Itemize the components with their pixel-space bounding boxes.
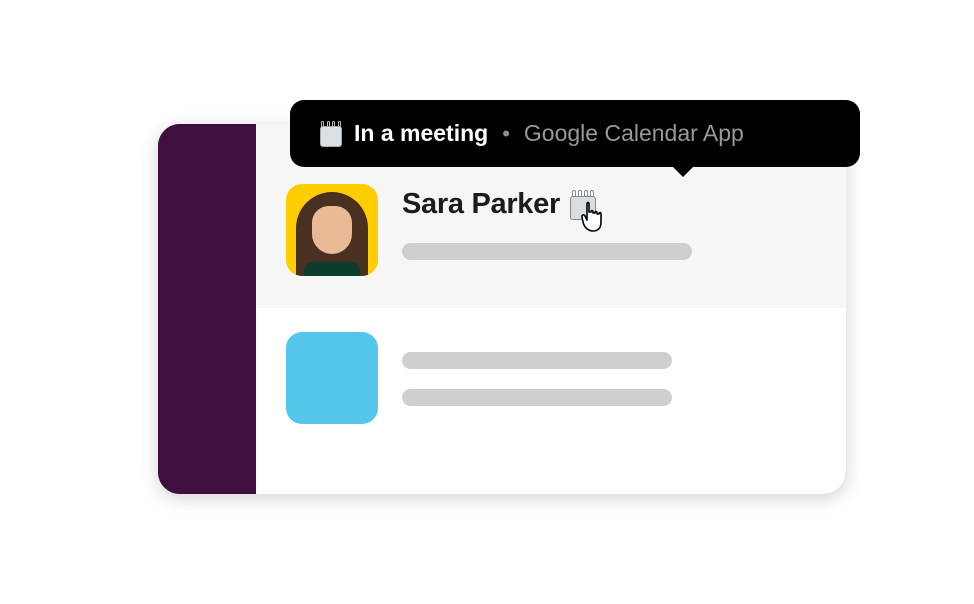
- message-text-placeholder: [402, 243, 692, 260]
- message-row[interactable]: [256, 308, 846, 450]
- tooltip-source-text: Google Calendar App: [524, 120, 744, 147]
- avatar[interactable]: [286, 184, 378, 276]
- avatar-photo-placeholder: [286, 184, 378, 276]
- calendar-notepad-icon: [320, 121, 342, 147]
- message-content: Sara Parker: [402, 184, 812, 280]
- avatar[interactable]: [286, 332, 378, 424]
- app-window: Sara Parker: [158, 124, 846, 494]
- message-text-placeholder: [402, 389, 672, 406]
- calendar-notepad-icon[interactable]: [570, 190, 596, 220]
- sidebar: [158, 124, 256, 494]
- message-text-placeholder: [402, 352, 672, 369]
- message-content: [402, 332, 812, 426]
- message-list: Sara Parker: [256, 124, 846, 494]
- author-name[interactable]: Sara Parker: [402, 188, 560, 221]
- tooltip-separator: •: [502, 121, 510, 147]
- status-tooltip: In a meeting • Google Calendar App: [290, 100, 860, 167]
- tooltip-status-text: In a meeting: [354, 120, 488, 147]
